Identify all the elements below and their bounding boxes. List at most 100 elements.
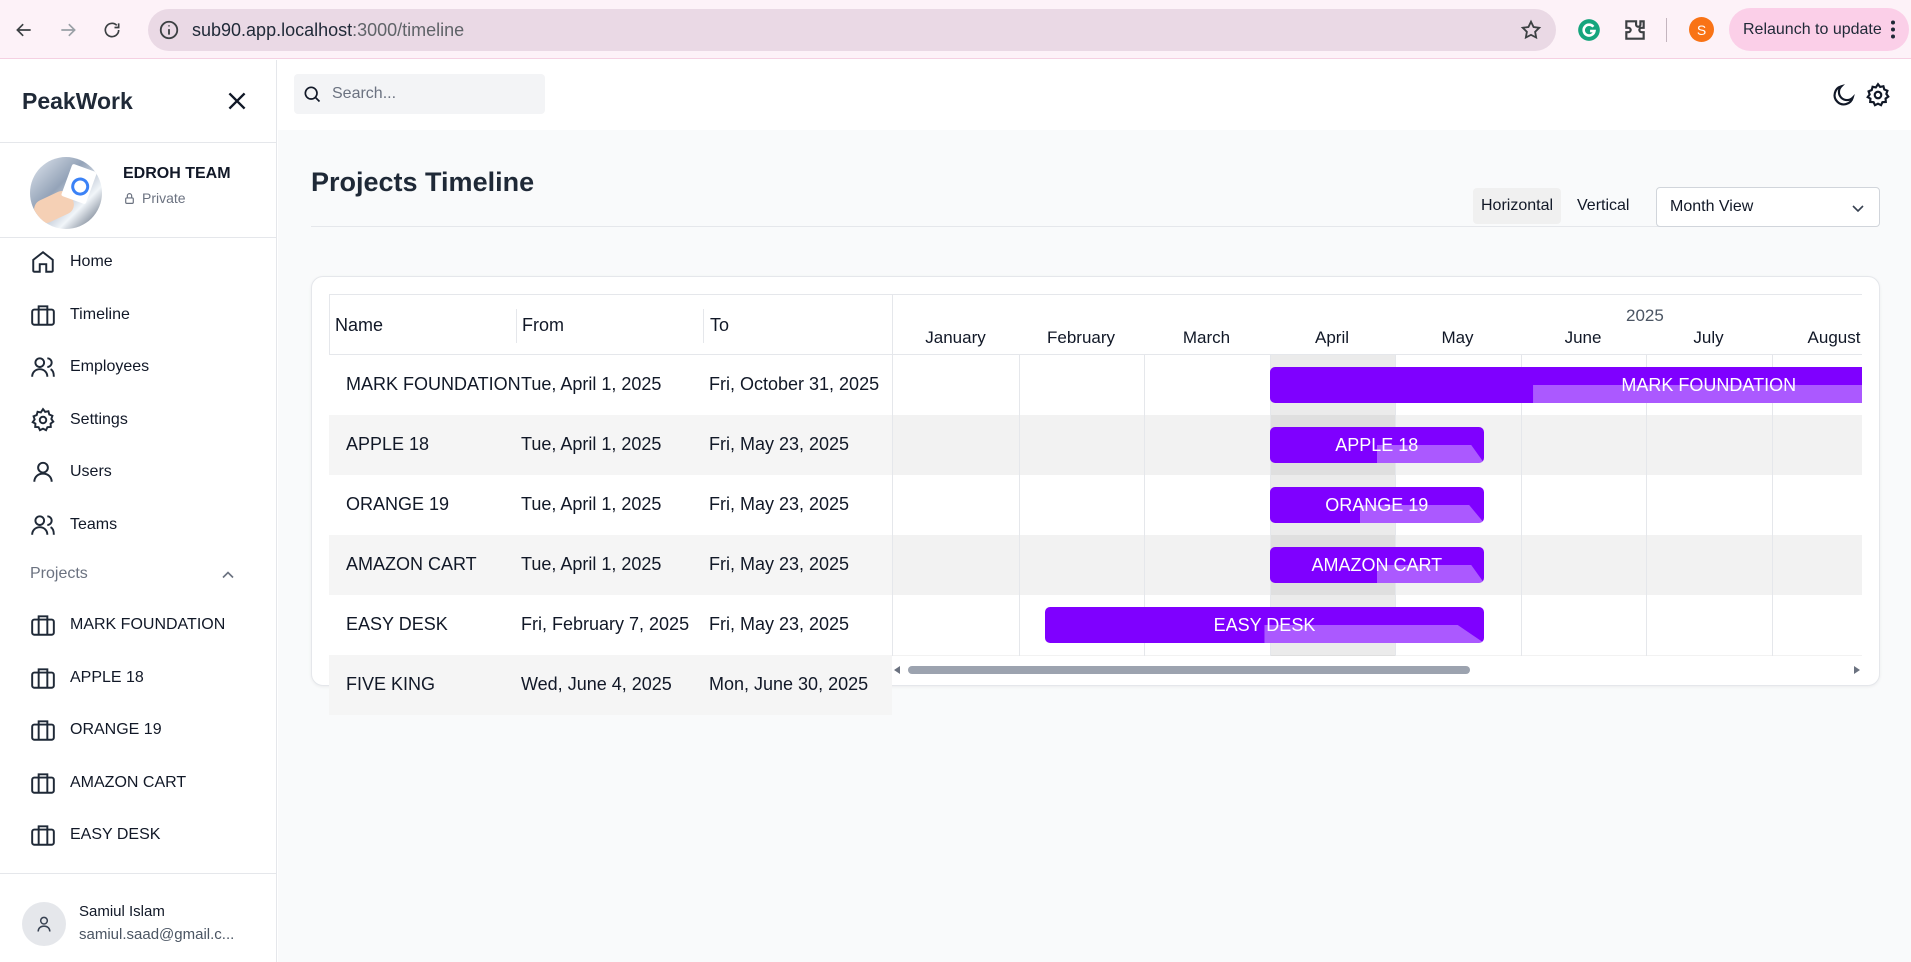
user-icon <box>33 461 53 482</box>
profile-avatar[interactable]: S <box>1689 17 1714 42</box>
sidebar-project-apple-18[interactable]: APPLE 18 <box>30 661 260 695</box>
sidebar-project-label: ORANGE 19 <box>70 721 162 738</box>
task-from: Fri, February 7, 2025 <box>521 614 690 634</box>
sidebar-item-home[interactable]: Home <box>30 245 260 279</box>
moon-icon[interactable] <box>1831 82 1857 108</box>
avatar[interactable] <box>22 902 66 946</box>
task-row[interactable]: AMAZON CART Tue, April 1, 2025 Fri, May 23… <box>329 535 892 595</box>
gantt-bar-label: ORANGE 19 <box>1325 494 1429 515</box>
url-text: sub90.app.localhost:3000/timeline <box>192 20 464 41</box>
users-icon <box>31 515 55 535</box>
back-button[interactable] <box>8 14 40 46</box>
gantt-bar-label: EASY DESK <box>1213 614 1316 635</box>
sidebar-item-timeline[interactable]: Timeline <box>30 298 260 332</box>
users-icon <box>31 357 55 377</box>
task-to: Fri, October 31, 2025 <box>709 374 880 394</box>
task-row[interactable]: EASY DESK Fri, February 7, 2025 Fri, May 2… <box>329 595 892 655</box>
sidebar-item-settings[interactable]: Settings <box>30 403 260 437</box>
arrow-right-icon <box>61 23 76 37</box>
sidebar-project-label: APPLE 18 <box>70 669 144 686</box>
browser-toolbar: sub90.app.localhost:3000/timeline S Rela… <box>0 0 1911 59</box>
month-label: January <box>925 328 986 347</box>
relaunch-label: Relaunch to update <box>1743 20 1882 38</box>
gantt-bar[interactable]: MARK FOUNDATION <box>1269 367 1862 403</box>
gantt-header: 2025 January February March April May June Jul… <box>893 294 1862 355</box>
scrollbar-thumb[interactable] <box>908 666 1470 674</box>
gantt-bar[interactable]: AMAZON CART <box>1269 547 1485 583</box>
scroll-right-arrow[interactable] <box>1854 666 1860 674</box>
month-label: February <box>1046 328 1116 347</box>
gantt-chart: 2025 January February March April May June Jul… <box>892 294 1862 656</box>
horizontal-scrollbar[interactable] <box>892 663 1862 677</box>
month-label: August <box>1807 328 1861 347</box>
team-avatar <box>30 157 102 229</box>
site-info-icon[interactable] <box>158 19 180 41</box>
sidebar-item-label: Settings <box>70 411 128 428</box>
timeline-card: Name From To MARK FOUNDATION Tue, April 1… <box>311 276 1880 715</box>
tab-horizontal[interactable]: Horizontal <box>1473 188 1562 224</box>
task-row[interactable]: MARK FOUNDATION Tue, April 1, 2025 Fri, Oc… <box>329 355 892 415</box>
relaunch-button[interactable]: Relaunch to update <box>1729 8 1909 51</box>
task-from: Tue, April 1, 2025 <box>521 374 662 394</box>
sidebar-item-employees[interactable]: Employees <box>30 350 260 384</box>
briefcase-icon <box>31 773 55 794</box>
view-mode-select[interactable]: Month View <box>1656 187 1880 227</box>
month-label: March <box>1182 328 1231 347</box>
grammarly-icon[interactable] <box>1576 17 1602 43</box>
address-bar[interactable]: sub90.app.localhost:3000/timeline <box>148 9 1556 51</box>
team-card[interactable]: EDROH TEAM Private <box>0 142 277 238</box>
task-to: Fri, May 23, 2025 <box>709 614 850 634</box>
task-from: Tue, April 1, 2025 <box>521 434 662 454</box>
sidebar-item-users[interactable]: Users <box>30 455 260 489</box>
gantt-bar[interactable]: ORANGE 19 <box>1269 487 1485 523</box>
task-row[interactable]: APPLE 18 Tue, April 1, 2025 Fri, May 23, 2… <box>329 415 892 475</box>
task-name: FIVE KING <box>346 674 436 694</box>
brand-name: PeakWork <box>22 88 133 114</box>
kebab-menu-icon[interactable] <box>1891 20 1895 39</box>
main-content: Projects Timeline Horizontal Vertical Mo… <box>278 130 1911 962</box>
sidebar-project-easy-desk[interactable]: EASY DESK <box>30 818 260 852</box>
task-row[interactable]: ORANGE 19 Tue, April 1, 2025 Fri, May 23, … <box>329 475 892 535</box>
sidebar-project-label: MARK FOUNDATION <box>70 616 226 633</box>
lock-icon <box>125 192 134 204</box>
bookmark-star-icon[interactable] <box>1520 19 1542 41</box>
sidebar-project-amazon-cart[interactable]: AMAZON CART <box>30 766 260 800</box>
task-to: Fri, May 23, 2025 <box>709 434 850 454</box>
task-row[interactable]: FIVE KING Wed, June 4, 2025 Mon, June 30, … <box>329 655 892 715</box>
month-label: April <box>1314 328 1349 347</box>
team-name: EDROH TEAM <box>123 165 231 182</box>
task-name: ORANGE 19 <box>346 494 450 514</box>
close-icon[interactable] <box>224 88 250 114</box>
scroll-left-arrow[interactable] <box>894 666 900 674</box>
url-host: sub90.app.localhost <box>192 20 353 40</box>
forward-button[interactable] <box>52 14 84 46</box>
header-from: From <box>522 315 564 335</box>
reload-button[interactable] <box>96 14 128 46</box>
gear-icon[interactable] <box>1865 82 1891 108</box>
gantt-bar[interactable]: EASY DESK <box>1044 607 1485 643</box>
search-icon <box>304 86 321 103</box>
chevron-up-icon[interactable] <box>218 565 238 585</box>
header-separator <box>703 309 704 343</box>
task-name: AMAZON CART <box>346 554 477 574</box>
sidebar-item-label: Timeline <box>70 306 130 323</box>
search-box[interactable] <box>294 74 545 114</box>
search-input[interactable] <box>332 85 532 103</box>
sidebar-divider <box>0 873 277 874</box>
sidebar-item-teams[interactable]: Teams <box>30 508 260 542</box>
sidebar-item-label: Users <box>70 463 112 480</box>
sidebar-project-orange-19[interactable]: ORANGE 19 <box>30 713 260 747</box>
gantt-bar[interactable]: APPLE 18 <box>1269 427 1485 463</box>
task-name: MARK FOUNDATION <box>346 374 521 394</box>
extensions-puzzle-icon[interactable] <box>1622 17 1648 43</box>
sidebar-project-mark-foundation[interactable]: MARK FOUNDATION <box>30 608 260 642</box>
task-from: Tue, April 1, 2025 <box>521 554 662 574</box>
gantt-bar-label: AMAZON CART <box>1311 554 1443 575</box>
user-name: Samiul Islam <box>79 903 165 920</box>
gantt-bar-label: APPLE 18 <box>1335 434 1419 455</box>
url-path: :3000/timeline <box>352 20 465 40</box>
task-to: Fri, May 23, 2025 <box>709 494 850 514</box>
briefcase-icon <box>31 615 55 636</box>
header-to: To <box>710 315 730 335</box>
tab-vertical[interactable]: Vertical <box>1569 188 1637 224</box>
